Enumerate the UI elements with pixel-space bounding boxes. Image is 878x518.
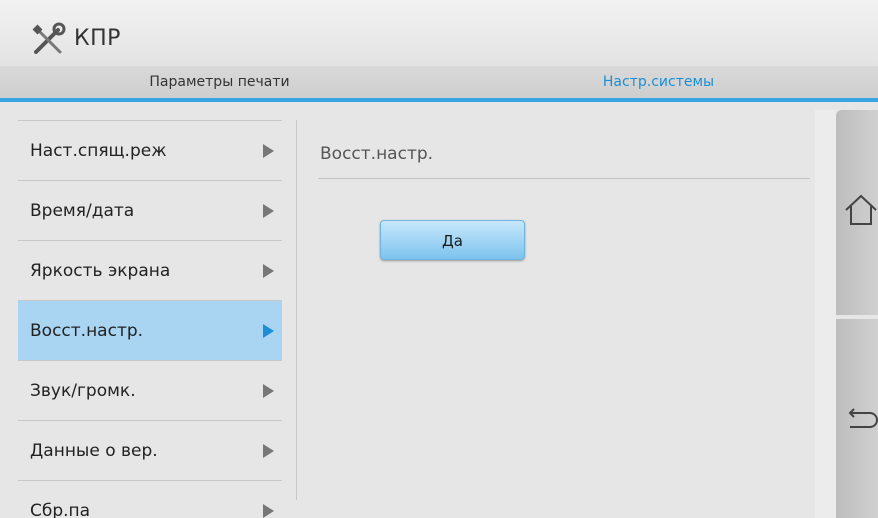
rail-spacer <box>815 110 836 518</box>
chevron-right-icon <box>263 444 274 458</box>
chevron-right-icon <box>263 144 274 158</box>
chevron-right-icon <box>263 204 274 218</box>
chevron-right-icon <box>263 324 274 338</box>
menu-item-restore-settings[interactable]: Восст.настр. <box>18 301 282 361</box>
menu-separator <box>296 120 297 500</box>
menu-item-label: Наст.спящ.реж <box>30 141 167 161</box>
menu-item-label: Сбр.па <box>30 501 91 518</box>
settings-menu: Наст.спящ.реж Время/дата Яркость экрана … <box>0 102 296 518</box>
menu-item-version-info[interactable]: Данные о вер. <box>18 421 282 481</box>
menu-item-label: Восст.настр. <box>30 321 144 341</box>
home-button[interactable] <box>836 110 878 315</box>
chevron-right-icon <box>263 384 274 398</box>
chevron-right-icon <box>263 264 274 278</box>
tools-icon <box>32 22 66 54</box>
section-divider <box>318 178 810 179</box>
menu-item-reset[interactable]: Сбр.па <box>18 481 282 518</box>
menu-item-sleep-mode[interactable]: Наст.спящ.реж <box>18 121 282 181</box>
page-title: КПР <box>74 26 121 51</box>
tab-bar: Параметры печати Настр.системы <box>0 66 878 102</box>
menu-item-label: Яркость экрана <box>30 261 171 281</box>
tab-print-params[interactable]: Параметры печати <box>0 66 439 102</box>
menu-item-label: Данные о вер. <box>30 441 158 461</box>
menu-item-time-date[interactable]: Время/дата <box>18 181 282 241</box>
back-button[interactable] <box>836 319 878 518</box>
chevron-right-icon <box>263 504 274 518</box>
menu-item-sound-volume[interactable]: Звук/громк. <box>18 361 282 421</box>
menu-item-screen-brightness[interactable]: Яркость экрана <box>18 241 282 301</box>
header-bar: КПР <box>0 0 878 66</box>
menu-item-label: Время/дата <box>30 201 135 221</box>
home-icon <box>845 194 877 225</box>
back-icon <box>848 408 878 428</box>
menu-item-label: Звук/громк. <box>30 381 136 401</box>
section-title: Восст.настр. <box>320 144 434 164</box>
tab-system-settings[interactable]: Настр.системы <box>439 66 878 102</box>
confirm-yes-button[interactable]: Да <box>380 220 525 260</box>
